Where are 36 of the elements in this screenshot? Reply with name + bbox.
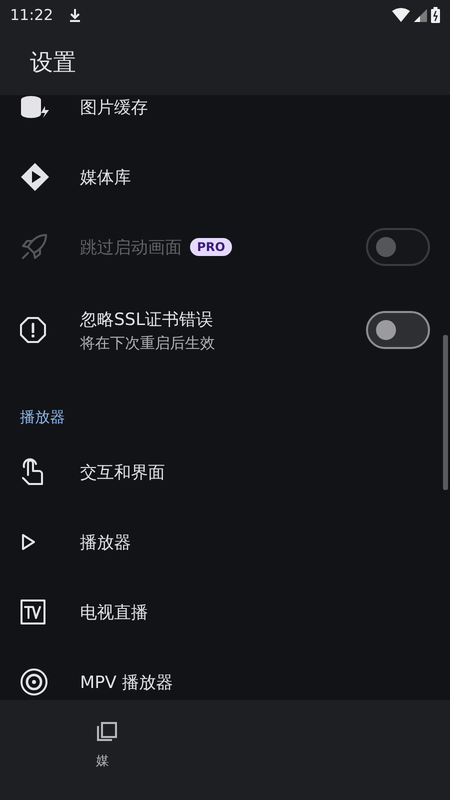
setting-title: 电视直播 <box>80 602 148 624</box>
disc-icon <box>20 668 48 696</box>
setting-title: 交互和界面 <box>80 462 165 484</box>
setting-title: 图片缓存 <box>80 96 148 118</box>
download-icon <box>69 8 82 22</box>
setting-title: 忽略SSL证书错误 <box>80 308 214 330</box>
page-title: 设置 <box>30 49 76 78</box>
settings-row[interactable]: 播放器 <box>0 507 450 577</box>
rocket-icon <box>20 233 48 261</box>
settings-row[interactable]: MPV 播放器 <box>0 647 450 700</box>
status-time: 11:22 <box>10 6 54 24</box>
nav-tab[interactable]: 媒 <box>96 700 118 800</box>
settings-row[interactable]: 图片缓存 <box>0 95 450 142</box>
nav-label: 媒 <box>96 753 109 770</box>
settings-row[interactable]: 交互和界面 <box>0 437 450 507</box>
touch-icon <box>20 458 44 486</box>
battery-icon <box>431 7 440 23</box>
library-icon <box>96 722 118 744</box>
warning-octagon-icon <box>20 317 46 343</box>
wifi-icon <box>392 8 410 22</box>
setting-title: 跳过启动画面 <box>80 236 182 258</box>
setting-title: MPV 播放器 <box>80 672 173 694</box>
setting-title: 播放器 <box>80 532 131 554</box>
setting-title: 媒体库 <box>80 166 131 188</box>
signal-icon <box>414 8 427 22</box>
database-icon <box>20 95 50 119</box>
settings-row[interactable]: 忽略SSL证书错误 将在下次重启后生效 <box>0 282 450 378</box>
pro-badge: PRO <box>190 238 232 256</box>
setting-subtitle: 将在下次重启后生效 <box>80 334 216 352</box>
toggle-switch[interactable] <box>366 311 430 349</box>
settings-row[interactable]: 媒体库 <box>0 142 450 212</box>
settings-row[interactable]: 电视直播 <box>0 577 450 647</box>
play-icon <box>20 533 36 551</box>
tv-icon <box>20 599 46 625</box>
section-header: 播放器 <box>20 408 65 427</box>
play-diamond-icon <box>20 162 50 192</box>
